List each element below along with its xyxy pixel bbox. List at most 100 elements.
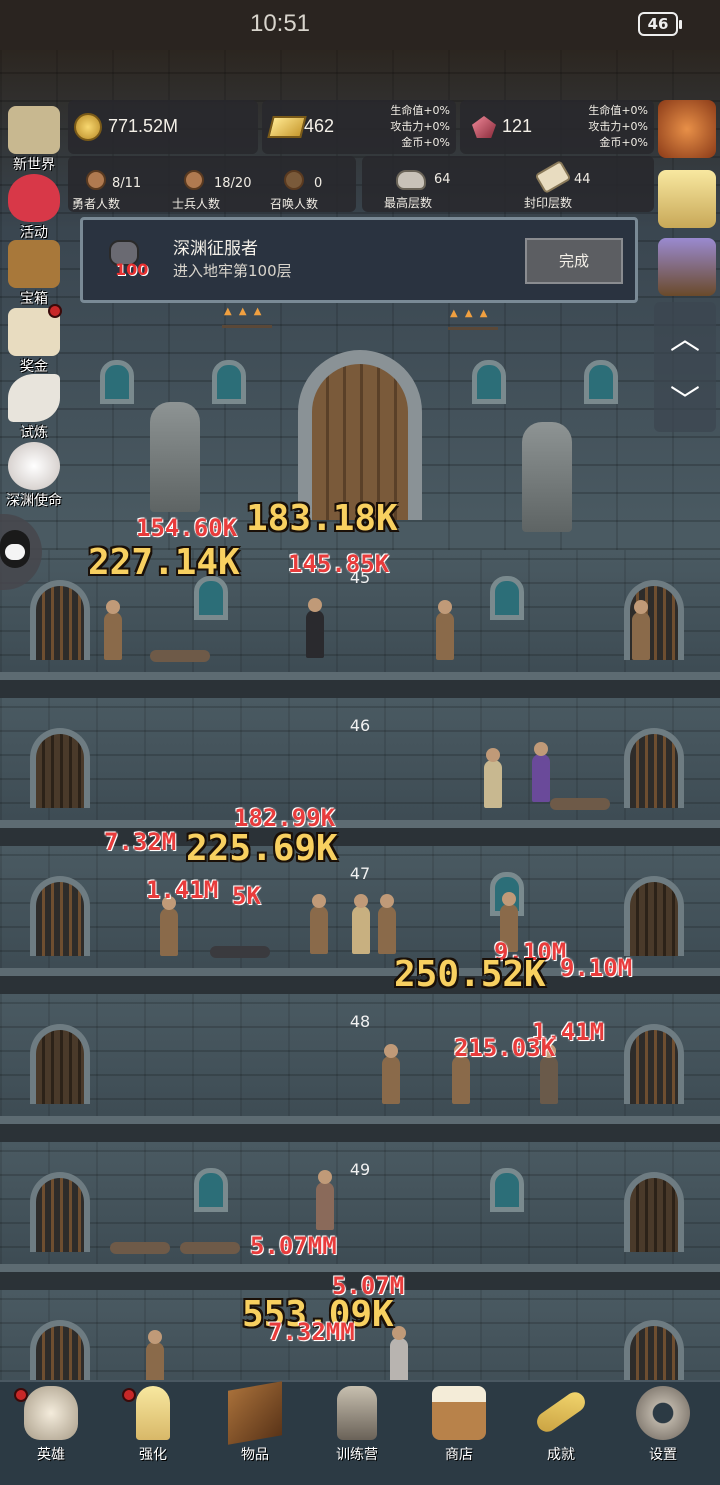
door-icon xyxy=(624,876,684,956)
nav-heroes[interactable]: 英雄 xyxy=(0,1386,102,1482)
apple-icon[interactable] xyxy=(658,100,716,158)
summon-count: 0 xyxy=(314,176,323,191)
nav-achievements[interactable]: 成就 xyxy=(510,1386,612,1482)
window-icon xyxy=(472,360,506,404)
menu-chest[interactable]: 宝箱 xyxy=(2,238,66,307)
map-icon xyxy=(8,106,60,154)
gold-panel[interactable]: 771.52M xyxy=(68,100,258,154)
menu-bonus[interactable]: 奖金 xyxy=(2,304,66,375)
floor-ledge xyxy=(0,820,720,828)
chandelier-icon xyxy=(222,306,272,328)
door-icon xyxy=(30,876,90,956)
status-bar: 10:51 46 xyxy=(0,0,720,50)
complete-button[interactable]: 完成 xyxy=(525,238,623,284)
fallen-enemy-sprite xyxy=(150,650,210,662)
goldbar-bonus: 生命值+0% 攻击力+0% 金币+0% xyxy=(390,103,450,151)
door-icon xyxy=(624,1320,684,1380)
knight-statue-icon xyxy=(522,422,572,532)
sealed-floor-label: 封印层数 xyxy=(524,196,573,210)
highest-floor-label: 最高层数 xyxy=(384,196,433,210)
achievement-toast: 100 深渊征服者 进入地牢第100层 完成 xyxy=(80,217,638,303)
hero-sprite xyxy=(452,1044,470,1104)
gem-panel[interactable]: 121 生命值+0% 攻击力+0% 金币+0% xyxy=(460,100,654,154)
notification-dot xyxy=(122,1388,136,1402)
door-icon xyxy=(30,1024,90,1104)
hp-bonus: 生命值+0% xyxy=(588,104,648,117)
unit-count-panel[interactable]: 8/11 勇者人数 18/20 士兵人数 0 召唤人数 xyxy=(68,156,356,212)
damage-number: 154.60K xyxy=(136,514,238,542)
floor-number: 46 xyxy=(349,716,371,735)
scroll-down-icon[interactable]: ﹀ xyxy=(654,376,716,420)
hero-sprite xyxy=(632,600,650,660)
chandelier-icon xyxy=(448,308,498,330)
fallen-enemy-sprite xyxy=(110,1242,170,1254)
treasure-chest-icon[interactable] xyxy=(658,238,716,296)
hero-sprite xyxy=(160,896,178,956)
bat-enemy-sprite xyxy=(316,1170,334,1230)
fallen-enemy-sprite xyxy=(550,798,610,810)
nav-shop[interactable]: 商店 xyxy=(408,1386,510,1482)
door-icon xyxy=(30,580,90,660)
nav-settings[interactable]: 设置 xyxy=(612,1386,714,1482)
key-icon xyxy=(533,1388,589,1436)
door-icon xyxy=(624,1172,684,1252)
floor-49: 49 xyxy=(0,1142,720,1290)
nav-label: 成就 xyxy=(547,1447,575,1463)
candle-icon[interactable] xyxy=(658,170,716,228)
damage-number: 7.32M xyxy=(104,828,177,856)
scroll-up-icon[interactable]: ︿ xyxy=(654,314,716,358)
gold-bonus: 金币+0% xyxy=(599,136,648,149)
achievement-description: 进入地牢第100层 xyxy=(173,262,292,280)
floor-stats-panel[interactable]: 64 最高层数 44 封印层数 xyxy=(362,156,654,212)
soldier-head-icon xyxy=(184,170,204,190)
fallen-enemy-sprite xyxy=(210,946,270,958)
door-icon xyxy=(624,728,684,808)
nav-items[interactable]: 物品 xyxy=(204,1381,306,1482)
window-icon xyxy=(194,1168,228,1212)
chest-icon xyxy=(8,240,60,288)
menu-label: 深渊使命 xyxy=(6,493,62,509)
damage-number: 9.10M xyxy=(560,954,633,982)
dungeon-gate xyxy=(298,350,422,520)
menu-trial[interactable]: 试炼 xyxy=(2,372,66,441)
nav-training[interactable]: 训练营 xyxy=(306,1386,408,1482)
floor-badge: 100 xyxy=(115,260,149,279)
feather-icon xyxy=(8,374,60,422)
door-icon xyxy=(624,1024,684,1104)
hero-sprite xyxy=(382,1044,400,1104)
hero-sprite xyxy=(436,600,454,660)
goldbar-value: 462 xyxy=(304,116,335,136)
floor-ledge xyxy=(0,1116,720,1124)
rock-icon xyxy=(396,170,426,190)
hero-sprite xyxy=(104,600,122,660)
battery-icon: 46 xyxy=(638,12,682,36)
zombie-enemy-sprite xyxy=(540,1044,558,1104)
notification-dot xyxy=(48,304,62,318)
hero-sprite xyxy=(378,894,396,954)
gear-icon xyxy=(636,1386,690,1440)
goldbar-panel[interactable]: 462 生命值+0% 攻击力+0% 金币+0% xyxy=(262,100,456,154)
gem-value: 121 xyxy=(502,116,533,136)
highest-floor: 64 xyxy=(434,172,451,187)
window-icon xyxy=(212,360,246,404)
damage-number: 225.69K xyxy=(186,828,338,869)
floor-number: 48 xyxy=(349,1012,371,1031)
menu-new-world[interactable]: 新世界 xyxy=(2,104,66,173)
menu-event[interactable]: 活动 xyxy=(2,172,66,241)
abyss-rock-icon: 100 xyxy=(105,236,149,284)
damage-number: 1.41M xyxy=(146,876,219,904)
hero-head-icon xyxy=(86,170,106,190)
gold-bonus: 金币+0% xyxy=(401,136,450,149)
menu-abyss-mission[interactable]: 深渊使命 xyxy=(2,440,66,509)
nav-upgrade[interactable]: 强化 xyxy=(102,1386,204,1482)
damage-number: 145.85K xyxy=(288,550,390,578)
nav-label: 设置 xyxy=(649,1447,677,1463)
hero-sprite xyxy=(310,894,328,954)
penguin-icon xyxy=(0,530,30,568)
window-icon xyxy=(584,360,618,404)
gem-bonus: 生命值+0% 攻击力+0% 金币+0% xyxy=(588,103,648,151)
hero-sprite xyxy=(352,894,370,954)
atk-bonus: 攻击力+0% xyxy=(390,120,450,133)
ruby-icon xyxy=(472,116,496,138)
hero-sprite xyxy=(146,1330,164,1380)
